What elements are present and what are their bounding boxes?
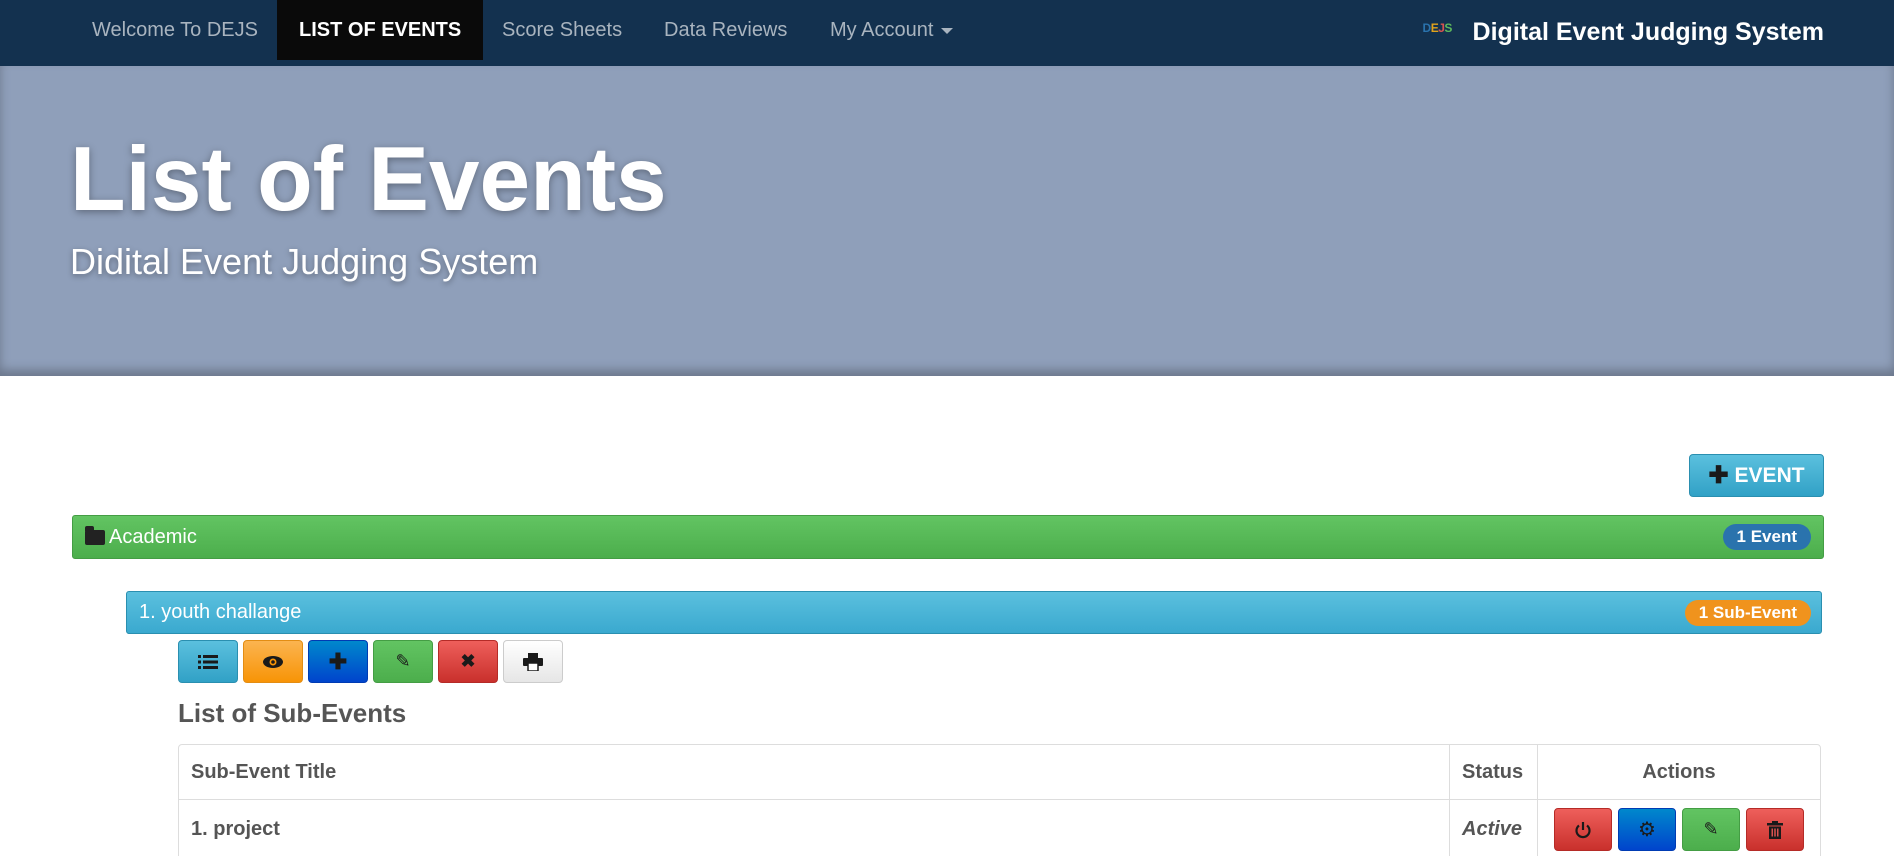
list-icon (198, 654, 218, 669)
brand-title: Digital Event Judging System (1472, 17, 1824, 46)
pencil-icon: ✎ (1703, 819, 1719, 839)
sub-event-title: 1. project (179, 799, 1449, 856)
event-action-buttons: ✚ ✎ ✖ (178, 640, 563, 683)
sub-event-count-badge: 1 Sub-Event (1684, 599, 1811, 626)
row-actions: ⚙ ✎ (1537, 799, 1820, 856)
top-navbar: Welcome To DEJS LIST OF EVENTS Score She… (0, 0, 1894, 66)
power-icon (1575, 821, 1591, 838)
nav-data-reviews[interactable]: Data Reviews (664, 0, 787, 60)
table-header-row: Sub-Event Title Status Actions (179, 745, 1820, 799)
nav-welcome[interactable]: Welcome To DEJS (92, 0, 258, 60)
list-sub-events-button[interactable] (178, 640, 238, 683)
delete-event-button[interactable]: ✖ (438, 640, 498, 683)
brand[interactable]: DEJS Digital Event Judging System (1423, 0, 1824, 64)
toggle-status-button[interactable] (1554, 808, 1612, 851)
view-event-button[interactable] (243, 640, 303, 683)
nav-score-sheets[interactable]: Score Sheets (502, 0, 622, 60)
table-row: 1. project Active ⚙ ✎ (179, 799, 1820, 856)
column-header-status: Status (1449, 745, 1537, 799)
nav-my-account-label: My Account (830, 19, 934, 41)
print-icon (523, 652, 543, 671)
page-subtitle: Didital Event Judging System (70, 241, 539, 282)
event-count-badge: 1 Event (1722, 524, 1811, 550)
plus-icon: ✚ (328, 648, 348, 674)
category-label: Academic (109, 525, 197, 548)
page-header: List of Events Didital Event Judging Sys… (0, 66, 1894, 376)
nav-list-of-events[interactable]: LIST OF EVENTS (277, 0, 484, 60)
edit-sub-event-button[interactable]: ✎ (1682, 808, 1740, 851)
eye-icon (263, 655, 283, 668)
add-event-label: EVENT (1734, 463, 1805, 487)
category-bar-academic[interactable]: Academic 1 Event (72, 515, 1824, 559)
dejs-logo: DEJS (1422, 21, 1453, 35)
status-badge: Active (1449, 799, 1537, 856)
column-header-title: Sub-Event Title (191, 760, 337, 783)
gear-icon: ⚙ (1638, 819, 1656, 841)
caret-down-icon (941, 27, 954, 34)
print-event-button[interactable] (503, 640, 563, 683)
settings-button[interactable]: ⚙ (1618, 808, 1676, 851)
edit-event-button[interactable]: ✎ (373, 640, 433, 683)
add-sub-event-button[interactable]: ✚ (308, 640, 368, 683)
add-event-button[interactable]: ✚ EVENT (1689, 454, 1824, 497)
trash-icon (1767, 820, 1783, 839)
close-icon: ✖ (460, 651, 476, 671)
sub-events-table: Sub-Event Title Status Actions 1. projec… (178, 744, 1821, 856)
page-title: List of Events (70, 129, 667, 230)
event-label: 1. youth challange (139, 601, 302, 623)
nav-my-account[interactable]: My Account (830, 0, 954, 60)
folder-icon (85, 525, 105, 545)
delete-sub-event-button[interactable] (1746, 808, 1804, 851)
plus-icon: ✚ (1708, 462, 1729, 489)
pencil-icon: ✎ (395, 651, 411, 671)
column-header-actions: Actions (1537, 745, 1820, 799)
sub-events-heading: List of Sub-Events (178, 698, 407, 728)
event-bar[interactable]: 1. youth challange 1 Sub-Event (126, 591, 1822, 634)
